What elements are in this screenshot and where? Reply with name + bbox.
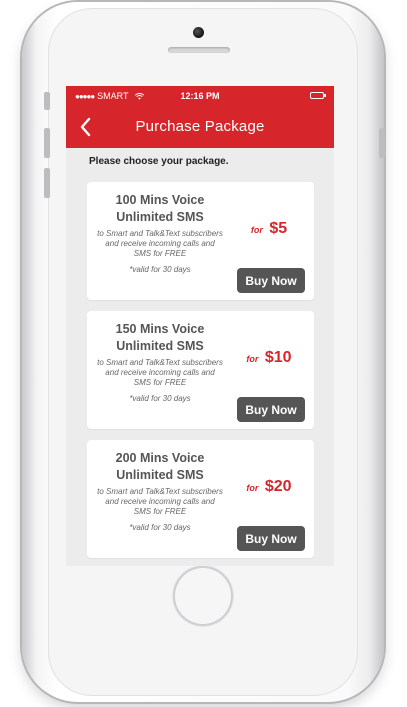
price-amount: $20 xyxy=(264,478,292,495)
package-description: to Smart and Talk&Text subscribers and r… xyxy=(97,358,223,387)
package-validity: *valid for 30 days xyxy=(129,394,191,403)
status-time: 12:16 PM xyxy=(180,91,220,101)
package-card: 100 Mins Voice Unlimited SMS to Smart an… xyxy=(87,182,314,300)
package-price: for $20 xyxy=(224,478,314,496)
package-info: 150 Mins Voice Unlimited SMS to Smart an… xyxy=(97,321,223,403)
package-validity: *valid for 30 days xyxy=(129,523,191,532)
package-info: 200 Mins Voice Unlimited SMS to Smart an… xyxy=(97,450,223,532)
package-title-line1: 200 Mins Voice xyxy=(115,451,205,465)
package-card: 150 Mins Voice Unlimited SMS to Smart an… xyxy=(87,311,314,429)
buy-now-button[interactable]: Buy Now xyxy=(237,268,305,293)
buy-now-button[interactable]: Buy Now xyxy=(237,397,305,422)
price-prefix: for xyxy=(246,483,259,493)
front-camera-icon xyxy=(193,27,204,38)
package-title-line2: Unlimited SMS xyxy=(116,210,204,224)
status-bar: ●●●●● SMART 12:16 PM xyxy=(66,86,334,106)
package-info: 100 Mins Voice Unlimited SMS to Smart an… xyxy=(97,192,223,274)
choose-package-prompt: Please choose your package. xyxy=(89,156,229,167)
navigation-bar: Purchase Package xyxy=(66,106,334,148)
package-title-line1: 150 Mins Voice xyxy=(115,322,205,336)
package-validity: *valid for 30 days xyxy=(129,265,191,274)
package-price: for $10 xyxy=(224,349,314,367)
package-title-line2: Unlimited SMS xyxy=(116,468,204,482)
package-price: for $5 xyxy=(224,220,314,238)
package-title-line2: Unlimited SMS xyxy=(116,339,204,353)
earpiece-speaker xyxy=(168,47,230,53)
mute-switch xyxy=(44,92,50,110)
home-button[interactable] xyxy=(173,566,233,626)
package-description: to Smart and Talk&Text subscribers and r… xyxy=(97,229,223,258)
price-amount: $5 xyxy=(269,220,288,237)
battery-icon xyxy=(310,92,326,99)
price-amount: $10 xyxy=(264,349,292,366)
price-prefix: for xyxy=(246,354,259,364)
power-button xyxy=(379,128,385,158)
page-title: Purchase Package xyxy=(135,118,265,135)
app-screen: ●●●●● SMART 12:16 PM Purchase Package Pl… xyxy=(66,86,334,566)
price-prefix: for xyxy=(250,225,263,235)
buy-now-button[interactable]: Buy Now xyxy=(237,526,305,551)
package-card: 200 Mins Voice Unlimited SMS to Smart an… xyxy=(87,440,314,558)
package-description: to Smart and Talk&Text subscribers and r… xyxy=(97,487,223,516)
package-title-line1: 100 Mins Voice xyxy=(115,193,205,207)
volume-up-button xyxy=(44,128,50,158)
volume-down-button xyxy=(44,168,50,198)
